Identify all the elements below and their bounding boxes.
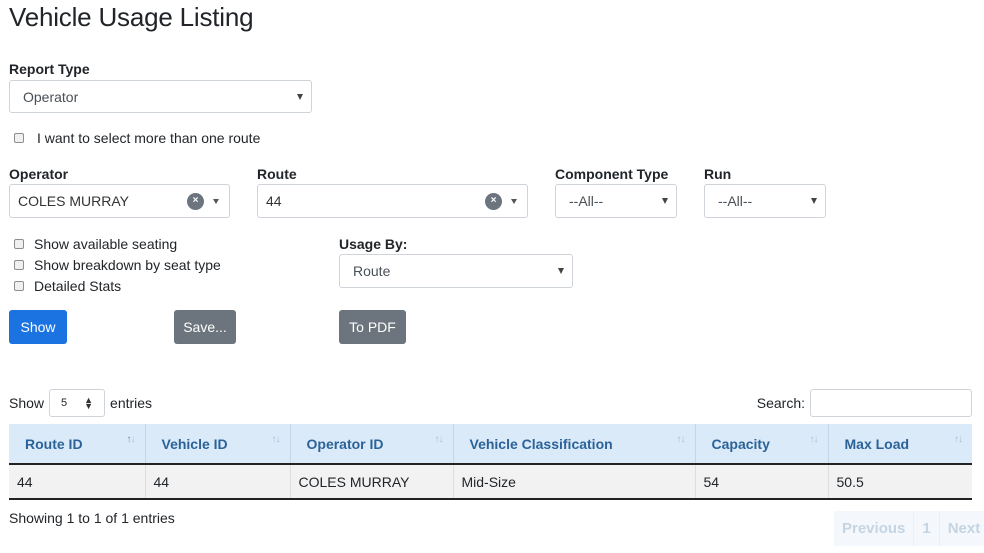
column-header-route-id[interactable]: Route ID ↑↓ (9, 424, 146, 465)
sort-icon[interactable]: ↑↓ (954, 434, 963, 445)
entries-label: entries (110, 395, 153, 411)
sort-icon[interactable]: ↑↓ (435, 434, 444, 445)
detailed-stats-label: Detailed Stats (34, 278, 122, 294)
operator-label: Operator (9, 166, 69, 182)
column-header-capacity[interactable]: Capacity ↑↓ (695, 424, 829, 465)
cell-route-id: 44 (9, 464, 146, 500)
component-type-select[interactable]: --All-- (555, 184, 677, 218)
column-label: Max Load (844, 435, 910, 452)
column-label: Operator ID (306, 435, 384, 452)
table-info: Showing 1 to 1 of 1 entries (9, 510, 175, 526)
search-input[interactable] (810, 389, 972, 417)
usage-by-value: Route (353, 263, 391, 279)
column-header-operator-id[interactable]: Operator ID ↑↓ (290, 424, 454, 465)
report-type-select[interactable]: Operator (9, 80, 312, 113)
column-header-max-load[interactable]: Max Load ↑↓ (828, 424, 972, 465)
entries-select[interactable]: 5 ▲ ▼ (49, 389, 106, 417)
pagination-previous[interactable]: Previous (834, 511, 915, 546)
sort-icon[interactable]: ↑↓ (810, 434, 819, 445)
chevron-down-icon (213, 198, 219, 204)
operator-select[interactable]: COLES MURRAY × (9, 184, 230, 218)
report-type-label: Report Type (9, 61, 90, 77)
pagination: Previous 1 Next (834, 511, 984, 546)
operator-value: COLES MURRAY (18, 193, 129, 209)
column-label: Route ID (25, 435, 83, 452)
run-label: Run (704, 166, 732, 182)
route-label: Route (257, 166, 297, 182)
clear-icon[interactable]: × (187, 192, 204, 210)
cell-vehicle-classification: Mid-Size (453, 464, 696, 500)
component-type-value: --All-- (569, 193, 604, 209)
search-label: Search: (756, 395, 805, 411)
checkbox-icon[interactable] (14, 239, 24, 249)
pagination-page-1[interactable]: 1 (914, 511, 940, 546)
route-value: 44 (266, 193, 282, 209)
multi-route-checkbox[interactable]: I want to select more than one route (14, 130, 260, 146)
run-select[interactable]: --All-- (704, 184, 826, 218)
show-breakdown-label: Show breakdown by seat type (34, 257, 221, 273)
cell-operator-id: COLES MURRAY (290, 464, 454, 500)
report-type-value: Operator (23, 88, 79, 105)
spinner-icon: ▲ ▼ (84, 395, 94, 411)
chevron-down-icon (662, 198, 668, 204)
show-available-seating-checkbox[interactable]: Show available seating (14, 236, 177, 252)
cell-max-load: 50.5 (828, 464, 972, 500)
save-button[interactable]: Save... (174, 310, 236, 344)
show-label: Show (9, 395, 45, 411)
run-value: --All-- (718, 193, 753, 209)
table-header-row: Route ID ↑↓ Vehicle ID ↑↓ Operator ID ↑↓… (9, 424, 972, 465)
checkbox-icon[interactable] (14, 260, 24, 270)
cell-capacity: 54 (695, 464, 829, 500)
show-button[interactable]: Show (9, 310, 67, 344)
cell-vehicle-id: 44 (145, 464, 291, 500)
usage-by-label: Usage By: (339, 236, 408, 252)
clear-icon[interactable]: × (485, 192, 502, 210)
sort-icon[interactable]: ↑↓ (127, 434, 136, 445)
multi-route-label: I want to select more than one route (37, 130, 261, 146)
to-pdf-button[interactable]: To PDF (339, 310, 406, 344)
table-row[interactable]: 44 44 COLES MURRAY Mid-Size 54 50.5 (9, 464, 972, 500)
checkbox-icon[interactable] (14, 281, 24, 291)
usage-by-select[interactable]: Route (339, 254, 573, 288)
sort-icon[interactable]: ↑↓ (272, 434, 281, 445)
table-search: Search: (757, 389, 972, 417)
chevron-down-icon (297, 93, 303, 100)
entries-value: 5 (61, 397, 68, 409)
column-label: Vehicle ID (161, 435, 228, 452)
chevron-down-icon (558, 268, 564, 274)
detailed-stats-checkbox[interactable]: Detailed Stats (14, 278, 121, 294)
chevron-down-icon (811, 198, 817, 204)
column-label: Vehicle Classification (469, 435, 613, 452)
pagination-next[interactable]: Next (939, 511, 984, 546)
chevron-down-icon (511, 198, 517, 204)
checkbox-icon[interactable] (14, 133, 24, 143)
entries-length-control: Show 5 ▲ ▼ entries (9, 389, 152, 417)
page-title: Vehicle Usage Listing (9, 2, 254, 32)
usage-table: Route ID ↑↓ Vehicle ID ↑↓ Operator ID ↑↓… (9, 424, 972, 500)
column-label: Capacity (711, 435, 770, 452)
sort-icon[interactable]: ↑↓ (677, 434, 686, 445)
show-available-seating-label: Show available seating (34, 236, 178, 252)
show-breakdown-checkbox[interactable]: Show breakdown by seat type (14, 257, 221, 273)
column-header-vehicle-id[interactable]: Vehicle ID ↑↓ (145, 424, 291, 465)
route-select[interactable]: 44 × (257, 184, 528, 218)
column-header-vehicle-classification[interactable]: Vehicle Classification ↑↓ (453, 424, 696, 465)
component-type-label: Component Type (555, 166, 669, 182)
